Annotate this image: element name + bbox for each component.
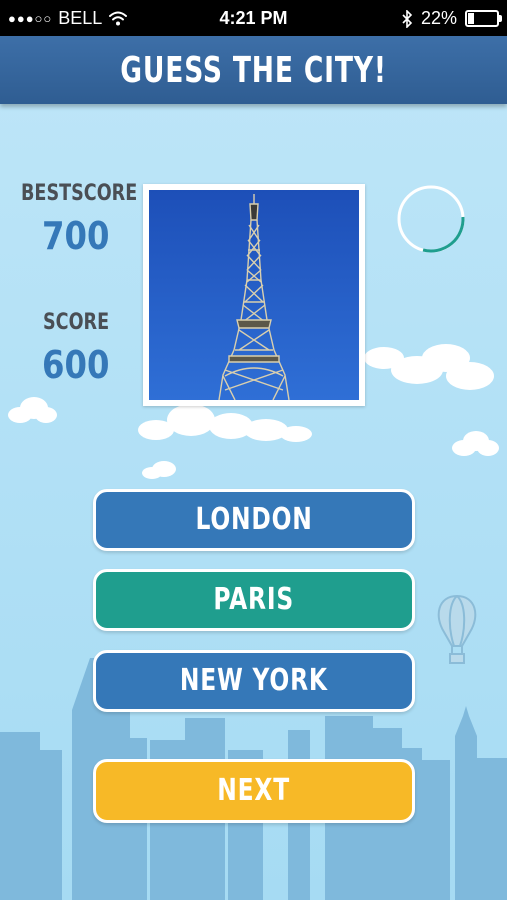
title-bar: GUESS THE CITY!	[0, 36, 507, 104]
answer-button-london[interactable]: LONDON	[93, 489, 415, 551]
answer-label: PARIS	[213, 582, 295, 617]
cloud-decoration	[142, 461, 176, 479]
hot-air-balloon-icon	[437, 594, 477, 664]
battery-icon	[465, 10, 502, 27]
answer-button-paris[interactable]: PARIS	[93, 569, 415, 631]
page-title: GUESS THE CITY!	[120, 50, 387, 91]
next-label: NEXT	[217, 773, 291, 808]
best-score-value: 700	[42, 214, 110, 258]
battery-percent: 22%	[420, 8, 457, 28]
bluetooth-icon	[402, 9, 413, 28]
city-photo	[143, 184, 365, 406]
eiffel-tower-photo	[149, 190, 359, 400]
answer-label: NEW YORK	[180, 663, 328, 698]
cloud-decoration	[364, 344, 494, 390]
answer-label: LONDON	[195, 502, 313, 537]
game-screen: ●●●○○ BELL 4:21 PM 22% GUESS THE CITY! B…	[0, 0, 507, 900]
score-value: 600	[42, 343, 110, 387]
answer-button-new-york[interactable]: NEW YORK	[93, 650, 415, 712]
cloud-decoration	[8, 397, 57, 423]
score-label: SCORE	[43, 310, 110, 335]
best-score-label: BESTSCORE	[21, 181, 138, 206]
timer-ring-icon	[397, 185, 465, 253]
cloud-decoration	[452, 431, 499, 456]
next-button[interactable]: NEXT	[93, 759, 415, 823]
status-bar: ●●●○○ BELL 4:21 PM 22%	[0, 0, 507, 36]
